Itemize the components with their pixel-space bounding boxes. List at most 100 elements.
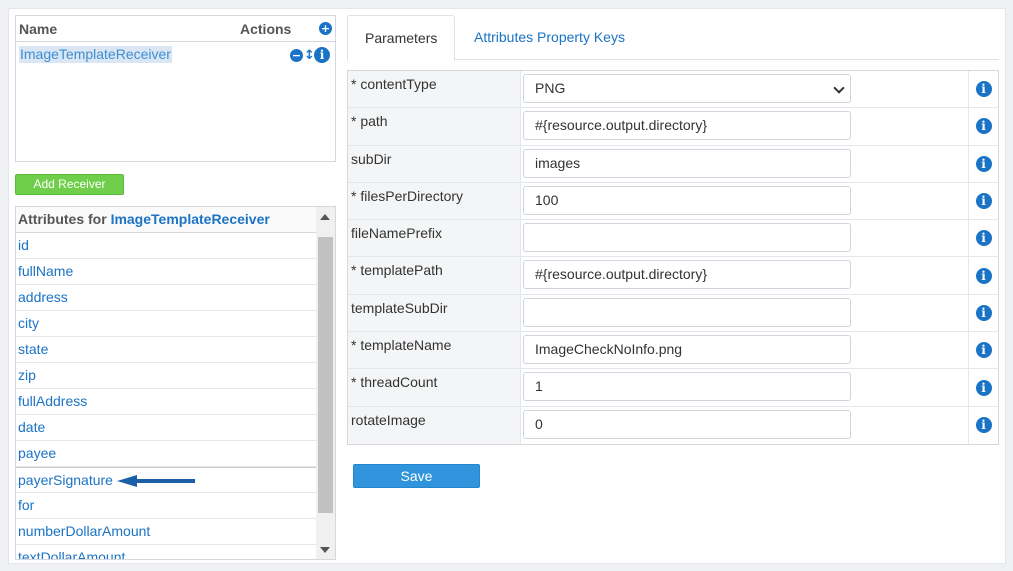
tab-bar: Parameters Attributes Property Keys [347, 15, 999, 61]
parameter-label: * filesPerDirectory [348, 182, 521, 220]
parameter-row: * filesPerDirectory 100 i [348, 182, 998, 221]
app-frame: Name Actions + ImageTemplateReceiver − ↕… [8, 8, 1006, 564]
info-icon[interactable]: i [975, 417, 992, 434]
parameter-row: * contentType PNG i [348, 71, 998, 109]
parameter-input[interactable]: #{resource.output.directory} [523, 111, 851, 141]
receiver-name[interactable]: ImageTemplateReceiver [19, 46, 172, 63]
attribute-label[interactable]: id [18, 237, 29, 253]
scroll-up-arrow-icon[interactable] [320, 214, 330, 220]
parameter-label: templateSubDir [348, 294, 521, 332]
parameter-help-cell: i [969, 145, 998, 182]
parameter-row: fileNamePrefix i [348, 220, 998, 258]
move-arrows-icon[interactable]: ↕ [304, 48, 315, 63]
tab-parameters[interactable]: Parameters [347, 15, 456, 61]
attribute-item[interactable]: id [16, 233, 316, 259]
attributes-panel: Attributes for ImageTemplateReceiver id f… [15, 206, 336, 560]
parameter-label: fileNamePrefix [348, 220, 521, 257]
pointer-arrow-icon [117, 475, 195, 487]
attribute-item[interactable]: textDollarAmount [16, 545, 316, 559]
scroll-down-arrow-icon[interactable] [320, 547, 330, 553]
parameter-input[interactable] [523, 223, 851, 253]
info-icon[interactable]: i [975, 81, 992, 98]
parameter-input[interactable] [523, 297, 851, 327]
parameter-row: * templatePath #{resource.output.director… [348, 257, 998, 295]
receiver-row[interactable]: ImageTemplateReceiver − ↕ i [19, 46, 331, 64]
save-button[interactable]: Save [353, 464, 480, 488]
info-icon[interactable]: i [975, 267, 992, 284]
attribute-item[interactable]: payerSignature [16, 467, 316, 493]
attribute-label[interactable]: payerSignature [18, 472, 113, 488]
attribute-item[interactable]: state [16, 337, 316, 363]
parameter-input[interactable]: 100 [523, 185, 851, 215]
attribute-label[interactable]: numberDollarAmount [18, 523, 150, 539]
attribute-item[interactable]: numberDollarAmount [16, 519, 316, 545]
parameter-input[interactable]: #{resource.output.directory} [523, 260, 851, 290]
attribute-label[interactable]: payee [18, 445, 56, 461]
info-icon[interactable]: i [975, 342, 992, 359]
attribute-item[interactable]: for [16, 493, 316, 519]
scrollbar-thumb[interactable] [318, 237, 333, 513]
parameter-help-cell: i [969, 108, 998, 145]
content-type-select[interactable]: PNG [523, 74, 851, 103]
info-icon[interactable]: i [975, 118, 992, 135]
attributes-header-receiver: ImageTemplateReceiver [110, 211, 270, 227]
parameter-help-cell: i [969, 369, 998, 406]
info-icon[interactable]: i [975, 155, 992, 172]
parameter-input[interactable]: ImageCheckNoInfo.png [523, 335, 851, 365]
select-value: PNG [535, 80, 566, 96]
info-icon[interactable]: i [975, 379, 992, 396]
info-icon[interactable]: i [975, 230, 992, 247]
parameter-value-cell: 100 [521, 182, 969, 220]
parameter-label: * templateName [348, 332, 521, 369]
attribute-label[interactable]: for [18, 497, 34, 513]
parameter-value-cell: PNG [521, 71, 969, 108]
tab-attributes-property-keys[interactable]: Attributes Property Keys [457, 15, 642, 60]
parameter-input[interactable]: images [523, 148, 851, 178]
attribute-item[interactable]: address [16, 285, 316, 311]
receivers-header: Name Actions + [16, 16, 335, 42]
attribute-label[interactable]: fullAddress [18, 393, 87, 409]
attribute-item[interactable]: date [16, 415, 316, 441]
attribute-item[interactable]: zip [16, 363, 316, 389]
parameter-help-cell: i [969, 294, 998, 332]
attribute-label[interactable]: city [18, 315, 39, 331]
remove-circle-icon[interactable]: − [290, 48, 303, 62]
parameter-value-cell: images [521, 145, 969, 182]
parameter-value-cell [521, 294, 969, 332]
parameter-label: * contentType [348, 71, 521, 108]
attribute-label[interactable]: textDollarAmount [18, 549, 125, 559]
parameter-row: subDir images i [348, 145, 998, 183]
actions-column-header: Actions [240, 21, 292, 37]
add-receiver-button[interactable]: Add Receiver [15, 174, 124, 195]
attribute-item[interactable]: fullAddress [16, 389, 316, 415]
attribute-item[interactable]: fullName [16, 259, 316, 285]
attribute-label[interactable]: date [18, 419, 45, 435]
attributes-header-prefix: Attributes for [18, 211, 111, 227]
attribute-item[interactable]: city [16, 311, 316, 337]
attributes-list: id fullName address city state zip fullAddress… [16, 233, 316, 559]
plus-circle-icon[interactable]: + [319, 22, 332, 35]
parameter-row: * templateName ImageCheckNoInfo.png i [348, 332, 998, 370]
parameter-input[interactable]: 1 [523, 372, 851, 402]
parameter-help-cell: i [969, 71, 998, 108]
attributes-scrollbar[interactable] [316, 207, 335, 559]
parameters-table: * contentType PNG i * path #{resource.output… [347, 70, 999, 445]
attribute-label[interactable]: state [18, 341, 48, 357]
receiver-actions: − ↕ i [290, 47, 330, 63]
attribute-label[interactable]: zip [18, 367, 36, 383]
chevron-down-icon [833, 82, 845, 94]
info-icon[interactable]: i [975, 304, 992, 321]
parameter-label: rotateImage [348, 406, 521, 444]
parameter-row: * threadCount 1 i [348, 369, 998, 407]
info-icon[interactable]: i [314, 47, 330, 63]
attribute-label[interactable]: fullName [18, 263, 73, 279]
parameter-row: * path #{resource.output.directory} i [348, 108, 998, 146]
name-column-header: Name [19, 21, 58, 37]
parameter-value-cell: 0 [521, 406, 969, 444]
attribute-item[interactable]: payee [16, 441, 316, 467]
attribute-label[interactable]: address [18, 289, 68, 305]
parameter-label: * threadCount [348, 369, 521, 406]
info-icon[interactable]: i [975, 193, 992, 210]
parameter-help-cell: i [969, 406, 998, 444]
parameter-input[interactable]: 0 [523, 409, 851, 439]
